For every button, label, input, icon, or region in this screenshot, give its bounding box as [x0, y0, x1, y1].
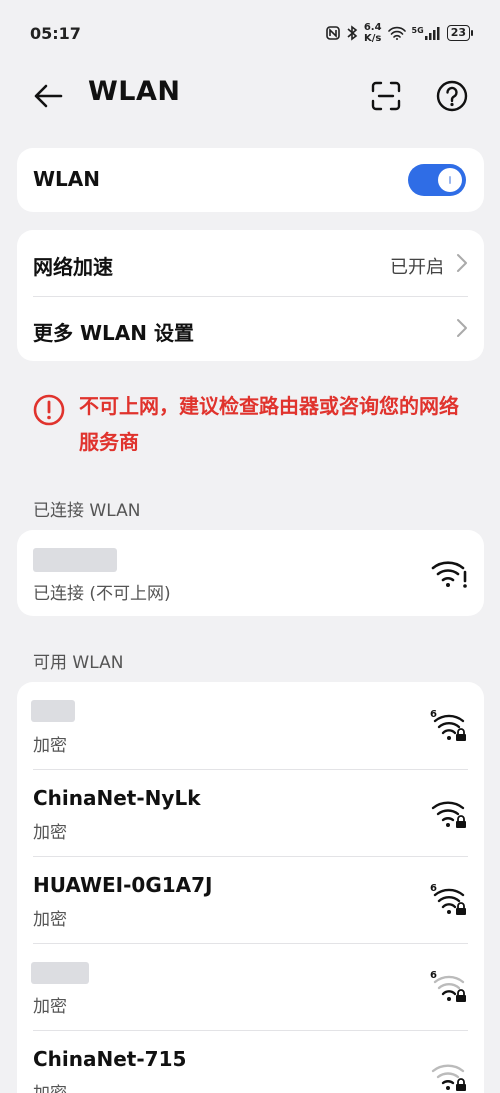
status-time: 05:17 [30, 23, 81, 43]
wifi-status-icon [387, 26, 406, 40]
wlan-toggle-label: WLAN [33, 167, 101, 191]
cellular-signal-icon: 5G [412, 26, 441, 40]
network-security: 加密 [33, 910, 67, 930]
help-button[interactable] [432, 76, 472, 116]
network-security: 加密 [33, 736, 67, 756]
network-list-item[interactable]: 加密 6 [17, 943, 484, 1030]
connected-section-title: 已连接 WLAN [33, 501, 141, 521]
status-bar: 05:17 6.4 K/s 5G 23 [0, 0, 500, 66]
connected-network-status: 已连接 (不可上网) [33, 584, 171, 604]
available-networks-card: 加密 6 ChinaNet-NyLk 加密 HUAWEI-0G1A7J 加密 6 [17, 682, 484, 1093]
more-wlan-settings-row[interactable]: 更多 WLAN 设置 [17, 296, 484, 361]
status-icons: 6.4 K/s 5G 23 [326, 22, 474, 44]
available-section-title: 可用 WLAN [33, 653, 124, 673]
wifi-weak-locked-icon [431, 1064, 466, 1091]
help-icon [436, 80, 468, 112]
no-internet-alert: 不可上网，建议检查路由器或咨询您的网络服务商 [33, 388, 473, 460]
signal-label: 5G [411, 26, 424, 35]
wlan-toggle-card: WLAN [17, 148, 484, 212]
chevron-right-icon [457, 319, 467, 337]
network-name: HUAWEI-0G1A7J [33, 873, 213, 897]
network-security: 加密 [33, 1079, 67, 1093]
network-name: ChinaNet-NyLk [33, 786, 201, 810]
net-speed-unit: K/s [364, 33, 382, 44]
network-name-redacted [31, 962, 89, 984]
wlan-toggle-switch[interactable] [408, 164, 466, 196]
svg-text:6: 6 [430, 970, 437, 981]
network-list-item[interactable]: ChinaNet-NyLk 加密 [17, 769, 484, 856]
wifi6-weak-locked-icon: 6 [430, 970, 466, 1002]
bluetooth-icon [346, 25, 358, 41]
net-speed-value: 6.4 [363, 22, 382, 33]
network-name-redacted [31, 700, 75, 722]
network-accel-value: 已开启 [390, 257, 444, 278]
toggle-knob [438, 168, 462, 192]
back-button[interactable] [30, 78, 66, 114]
page-title: WLAN [88, 76, 181, 107]
network-accel-label: 网络加速 [33, 255, 113, 279]
wifi6-locked-icon: 6 [430, 709, 466, 741]
network-list-item[interactable]: 加密 6 [17, 682, 484, 769]
connected-network-name-redacted [33, 548, 117, 572]
svg-text:6: 6 [430, 883, 437, 894]
net-speed: 6.4 K/s [364, 22, 382, 44]
connected-network-card[interactable]: 已连接 (不可上网) [17, 530, 484, 616]
battery-indicator: 23 [446, 25, 474, 41]
warning-icon [33, 394, 65, 426]
network-security: 加密 [33, 997, 67, 1017]
settings-card: 网络加速 已开启 更多 WLAN 设置 [17, 230, 484, 361]
nfc-icon [326, 26, 340, 40]
network-list-item[interactable]: HUAWEI-0G1A7J 加密 6 [17, 856, 484, 943]
network-accel-row[interactable]: 网络加速 已开启 [17, 230, 484, 296]
network-name: ChinaNet-715 [33, 1047, 187, 1071]
scan-button[interactable] [366, 76, 406, 116]
app-header: WLAN [0, 66, 500, 124]
scan-icon [371, 81, 401, 111]
wifi6-locked-icon: 6 [430, 883, 466, 915]
wifi-locked-icon [431, 801, 466, 828]
wifi-no-internet-icon [431, 561, 467, 588]
svg-text:6: 6 [430, 709, 437, 720]
back-arrow-icon [34, 84, 63, 108]
network-security: 加密 [33, 823, 67, 843]
alert-message: 不可上网，建议检查路由器或咨询您的网络服务商 [79, 394, 459, 454]
more-wlan-settings-label: 更多 WLAN 设置 [33, 321, 194, 345]
chevron-right-icon [457, 254, 467, 272]
network-list-item[interactable]: ChinaNet-715 加密 [17, 1030, 484, 1093]
